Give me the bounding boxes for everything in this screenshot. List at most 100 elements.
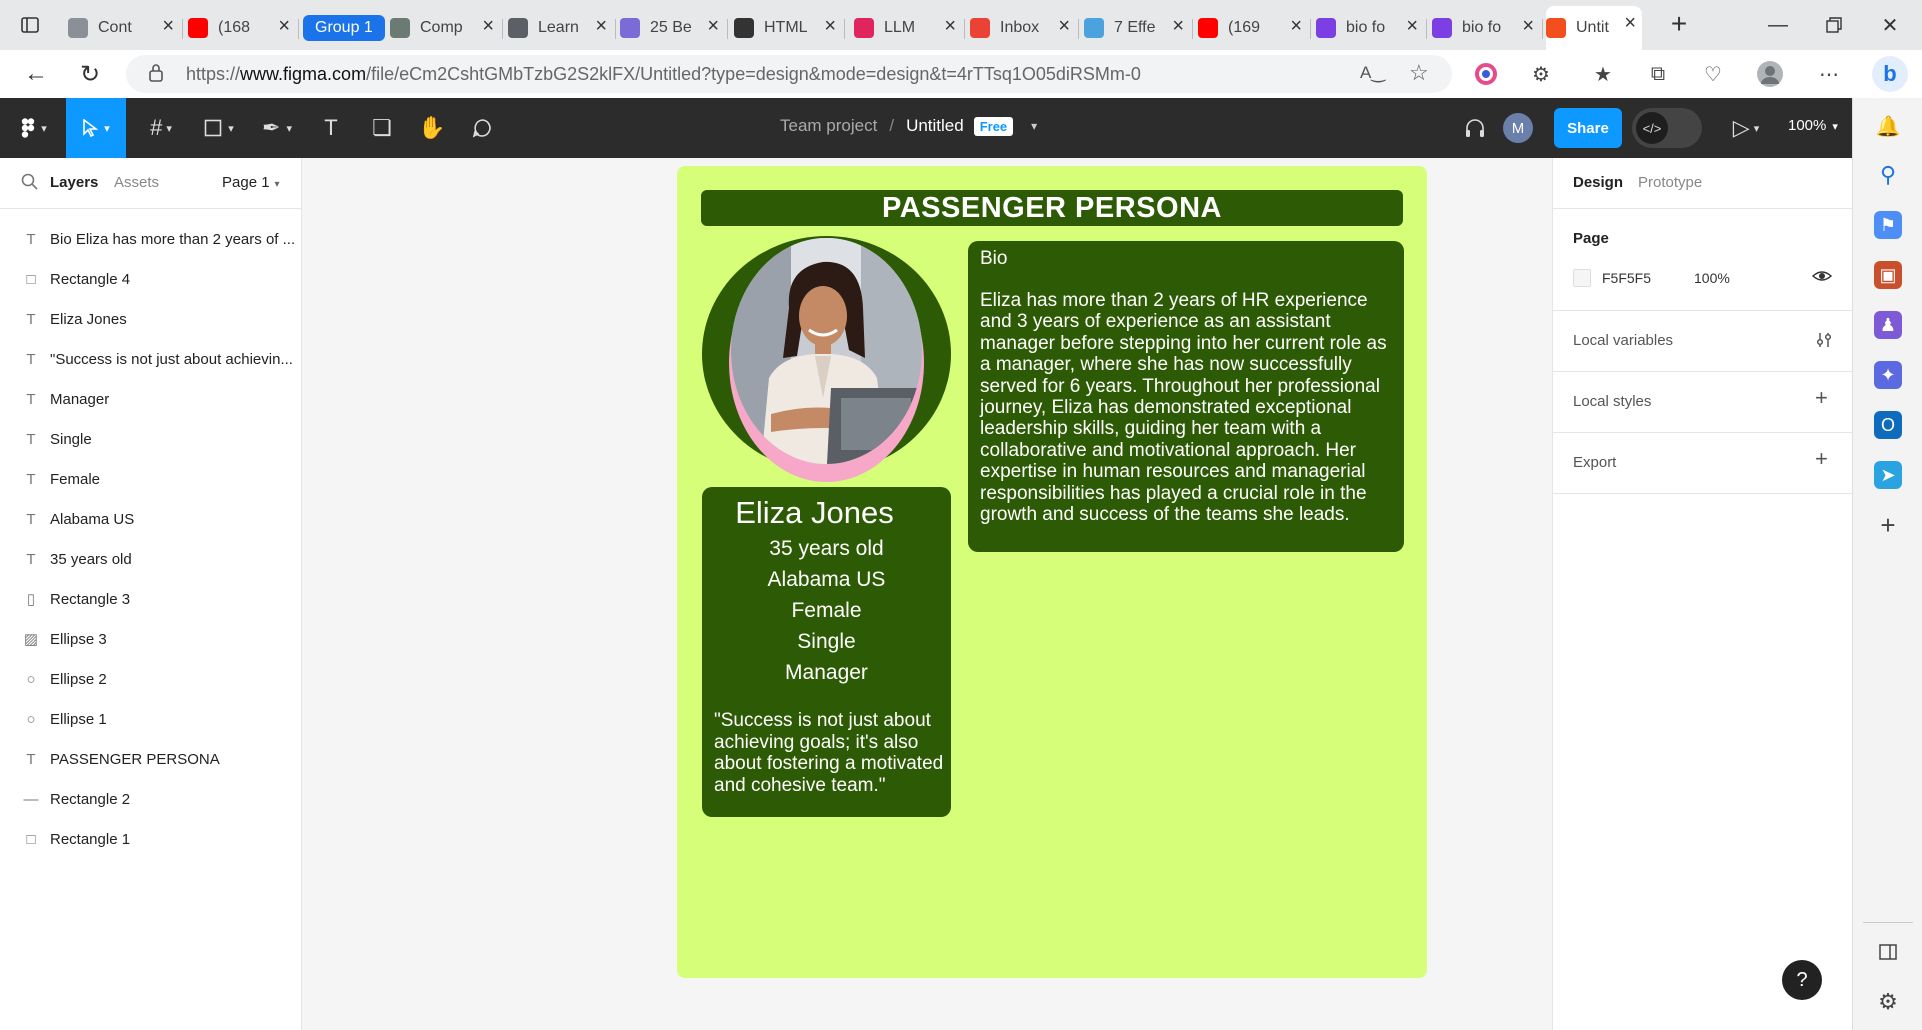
page-color-swatch[interactable] [1573,269,1591,287]
hand-tool-icon[interactable]: ✋ [412,98,452,158]
extensions-icon[interactable]: ⚙ [1528,61,1554,87]
persona-gender[interactable]: Female [702,599,951,623]
tab-layers[interactable]: Layers [50,174,98,191]
persona-photo[interactable] [731,238,922,464]
browser-tab[interactable]: (169 × [1198,9,1308,47]
comment-tool-icon[interactable] [462,98,502,158]
browser-tab[interactable]: bio fo × [1432,9,1540,47]
close-tab-icon[interactable]: × [1172,15,1184,38]
text-tool-icon[interactable]: T [314,98,348,158]
favorite-star-icon[interactable]: ☆ [1409,60,1429,86]
browser-tab[interactable]: Comp × [390,9,500,47]
sidebar-settings-gear-icon[interactable]: ⚙ [1874,988,1902,1016]
color-extension-icon[interactable] [1473,61,1499,87]
close-tab-icon[interactable]: × [944,15,956,38]
persona-status[interactable]: Single [702,630,951,654]
close-tab-icon[interactable]: × [1624,12,1636,35]
layer-row[interactable]: T 35 years old [0,539,302,579]
file-menu-chevron-icon[interactable]: ▾ [1031,119,1037,133]
notifications-bell-icon[interactable]: 🔔 [1874,112,1902,140]
persona-location[interactable]: Alabama US [702,568,951,592]
close-tab-icon[interactable]: × [1406,15,1418,38]
layer-row[interactable]: T Female [0,459,302,499]
layer-search-icon[interactable] [20,172,40,192]
bing-copilot-icon[interactable]: b [1872,56,1908,92]
address-bar[interactable]: https://www.figma.com/file/eCm2CshtGMbTz… [126,55,1452,93]
browser-tab[interactable]: LLM × [854,9,962,47]
resources-tool-icon[interactable]: ❏ [362,98,402,158]
browser-tab[interactable]: (168 × [188,9,296,47]
close-tab-icon[interactable]: × [278,15,290,38]
bio-card[interactable]: Bio Eliza has more than 2 years of HR ex… [968,241,1404,552]
persona-role[interactable]: Manager [702,661,951,685]
help-button[interactable]: ? [1782,960,1822,1000]
outlook-icon[interactable]: O [1874,411,1902,439]
shopping-tag-icon[interactable]: ⚑ [1874,211,1902,239]
games-icon[interactable]: ♟ [1874,311,1902,339]
tab-assets[interactable]: Assets [114,174,159,191]
close-tab-icon[interactable]: × [707,15,719,38]
pen-tool-icon[interactable]: ✒ ▾ [252,98,302,158]
file-name[interactable]: Untitled [906,116,964,136]
tab-actions-icon[interactable] [8,0,52,50]
add-sidebar-app-icon[interactable]: + [1874,510,1902,540]
persona-frame[interactable]: PASSENGER PERSONA Eliza Jones 35 years o… [677,166,1427,978]
back-icon[interactable]: ← [20,58,52,90]
bio-title[interactable]: Bio [980,248,1007,270]
more-options-icon[interactable]: ⋯ [1816,61,1842,87]
project-name[interactable]: Team project [780,116,877,136]
layer-row[interactable]: ▨ Ellipse 3 [0,619,302,659]
page-color-opacity[interactable]: 100% [1694,270,1730,286]
hide-sidebar-icon[interactable] [1874,938,1902,966]
lock-icon[interactable] [148,63,164,88]
tab-prototype[interactable]: Prototype [1638,174,1702,191]
refresh-icon[interactable]: ↻ [74,58,106,90]
layer-row[interactable]: ▯ Rectangle 3 [0,579,302,619]
tools-briefcase-icon[interactable]: ▣ [1874,261,1902,289]
profile-icon[interactable] [1757,61,1783,87]
browser-tab[interactable]: 25 Be × [620,9,725,47]
dev-mode-toggle[interactable]: </> [1632,108,1702,148]
persona-name[interactable]: Eliza Jones [702,495,927,531]
page-selector[interactable]: Page 1 ▾ [222,174,280,191]
bio-text[interactable]: Eliza has more than 2 years of HR experi… [980,290,1400,525]
layer-row[interactable]: T Manager [0,379,302,419]
browser-essentials-icon[interactable]: ♡ [1700,61,1726,87]
figma-menu-icon[interactable]: ▾ [12,98,56,158]
restore-icon[interactable] [1812,0,1856,50]
collections-icon[interactable]: ⧉ [1645,61,1671,87]
new-tab-button[interactable]: + [1664,10,1694,40]
share-button[interactable]: Share [1554,108,1622,148]
read-aloud-icon[interactable]: A‿ [1360,63,1385,83]
close-tab-icon[interactable]: × [824,15,836,38]
layer-row[interactable]: □ Rectangle 1 [0,819,302,859]
persona-title[interactable]: PASSENGER PERSONA [701,190,1403,226]
url-text[interactable]: https://www.figma.com/file/eCm2CshtGMbTz… [186,64,1141,85]
close-tab-icon[interactable]: × [1058,15,1070,38]
close-tab-icon[interactable]: × [162,15,174,38]
close-tab-icon[interactable]: × [482,15,494,38]
layer-row[interactable]: T Bio Eliza has more than 2 years of ... [0,219,302,259]
tab-design[interactable]: Design [1573,174,1623,191]
layer-row[interactable]: ○ Ellipse 1 [0,699,302,739]
microsoft365-icon[interactable]: ✦ [1874,361,1902,389]
zoom-level[interactable]: 100% ▾ [1788,117,1838,134]
visibility-eye-icon[interactable] [1811,268,1833,289]
profile-card[interactable]: Eliza Jones 35 years old Alabama US Fema… [702,487,951,817]
close-tab-icon[interactable]: × [1522,15,1534,38]
send-icon[interactable]: ➤ [1874,461,1902,489]
close-window-icon[interactable]: ✕ [1868,0,1912,50]
browser-tab[interactable]: Cont × [68,9,180,47]
layer-row[interactable]: T Alabama US [0,499,302,539]
layer-row[interactable]: □ Rectangle 4 [0,259,302,299]
close-tab-icon[interactable]: × [1290,15,1302,38]
layer-row[interactable]: — Rectangle 2 [0,779,302,819]
close-tab-icon[interactable]: × [595,15,607,38]
persona-quote[interactable]: "Success is not just about achieving goa… [714,710,946,796]
tab-group-label[interactable]: Group 1 [303,15,385,41]
audio-headphones-icon[interactable] [1458,98,1492,158]
browser-tab[interactable]: 7 Effe × [1084,9,1190,47]
layer-row[interactable]: T "Success is not just about achievin... [0,339,302,379]
minimize-icon[interactable]: — [1756,0,1800,50]
layer-row[interactable]: T Eliza Jones [0,299,302,339]
